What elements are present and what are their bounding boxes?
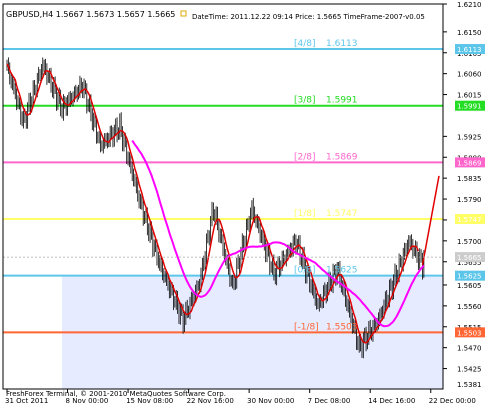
price-tick-label: 1.6015	[457, 92, 482, 100]
price-tick-label: 1.5425	[457, 366, 482, 374]
time-tick-label: 30 Nov 00:00	[247, 397, 294, 405]
time-tick-label: 7 Dec 08:00	[308, 397, 351, 405]
murrey-level-price: 1.5747	[326, 209, 358, 219]
murrey-level-price: 1.5625	[326, 266, 358, 276]
murrey-level-price: 1.5503	[326, 322, 358, 332]
price-tick-label: 1.5925	[457, 133, 482, 141]
price-tick-label: 1.5470	[457, 345, 482, 353]
symbol-line: GBPUSD,H4 1.5667 1.5673 1.5657 1.5665	[6, 10, 175, 19]
level-price-badge-label: 1.5747	[457, 216, 482, 224]
murrey-level-name: [3/8]	[294, 96, 316, 106]
time-tick-label: 8 Nov 00:00	[66, 397, 109, 405]
price-tick-label: 1.6210	[457, 1, 482, 9]
time-tick-label: 22 Nov 16:00	[187, 397, 234, 405]
price-axis-bottom-label: 1.5381	[457, 381, 482, 389]
time-tick-label: 14 Dec 16:00	[368, 397, 415, 405]
murrey-level-name: [-1/8]	[294, 322, 319, 332]
time-tick-label: 22 Dec 00:00	[429, 397, 476, 405]
price-tick-label: 1.5700	[457, 238, 482, 246]
price-tick-label: 1.5560	[457, 303, 482, 311]
murrey-level-price: 1.6113	[326, 39, 358, 49]
info-line-group: DateTime: 2011.12.22 09:14 Price: 1.5665…	[180, 10, 425, 21]
info-line: DateTime: 2011.12.22 09:14 Price: 1.5665…	[192, 13, 425, 21]
level-price-badge-label: 1.6113	[457, 46, 482, 54]
forex-chart: [4/8] 1.6113 [3/8] 1.5991 [2/8] 1.5869 [1/8] 1.…	[0, 0, 489, 411]
time-tick-label: 15 Nov 08:00	[126, 397, 173, 405]
level-price-badge-label: 1.5869	[457, 159, 482, 167]
murrey-level-name: [4/8]	[294, 39, 316, 49]
time-tick-label: 31 Oct 2011	[5, 397, 48, 405]
murrey-level-price: 1.5869	[326, 152, 358, 162]
price-tick-label: 1.6060	[457, 71, 482, 79]
level-price-badge-label: 1.5503	[457, 329, 482, 337]
price-tick-label: 1.6150	[457, 29, 482, 37]
level-price-badge-label: 1.5625	[457, 273, 482, 281]
price-tick-label: 1.5790	[457, 196, 482, 204]
level-price-badge-label: 1.5991	[457, 103, 482, 111]
murrey-level-name: [1/8]	[294, 209, 316, 219]
murrey-level-name: [0/8]	[294, 266, 316, 276]
murrey-level-price: 1.5991	[326, 96, 358, 106]
price-tick-label: 1.5605	[457, 282, 482, 290]
copyright-footer: FreshForex Terminal, © 2001-2010 MetaQuo…	[6, 390, 226, 398]
current-price-badge-label: 1.5665	[457, 254, 482, 262]
murrey-level-name: [2/8]	[294, 152, 316, 162]
price-tick-label: 1.5835	[457, 175, 482, 183]
